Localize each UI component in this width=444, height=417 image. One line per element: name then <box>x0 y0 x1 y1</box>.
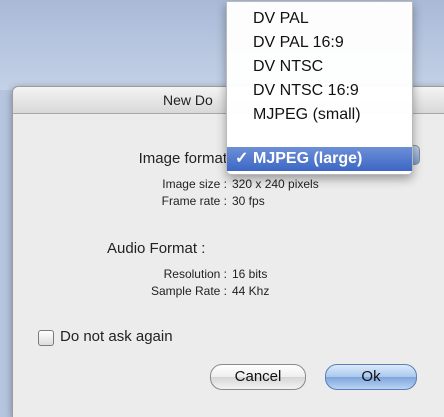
image-format-label: Image format <box>138 150 227 167</box>
menu-item-label: DV PAL 16:9 <box>253 34 344 51</box>
menu-item-dv-pal[interactable]: DV PAL <box>227 7 412 31</box>
menu-item-mjpeg-small[interactable]: MJPEG (small) <box>227 103 412 127</box>
cancel-button[interactable]: Cancel <box>210 364 306 390</box>
sample-rate-value: 44 Khz <box>232 284 270 298</box>
menu-item-dv-ntsc-16-9[interactable]: DV NTSC 16:9 <box>227 79 412 103</box>
menu-item-label: DV PAL <box>253 10 309 27</box>
image-size-label: Image size : <box>162 177 227 191</box>
menu-item-label: MJPEG (small) <box>253 106 361 123</box>
menu-item-label: DV NTSC <box>253 58 324 75</box>
menu-item-label: MJPEG (large) <box>253 150 363 167</box>
frame-rate-value: 30 fps <box>232 194 265 208</box>
dialog-title: New Do <box>163 92 213 108</box>
audio-format-heading: Audio Format : <box>107 240 206 257</box>
image-format-menu: DV PAL DV PAL 16:9 DV NTSC DV NTSC 16:9 … <box>226 1 413 175</box>
resolution-value: 16 bits <box>232 267 268 281</box>
menu-item-label: DV NTSC 16:9 <box>253 82 359 99</box>
menu-item-dv-pal-16-9[interactable]: DV PAL 16:9 <box>227 31 412 55</box>
menu-item-mjpeg-large[interactable]: ✓ MJPEG (large) <box>227 147 412 171</box>
image-size-value: 320 x 240 pixels <box>232 177 319 191</box>
resolution-label: Resolution : <box>163 267 227 281</box>
do-not-ask-checkbox[interactable] <box>38 330 54 346</box>
frame-rate-label: Frame rate : <box>161 194 227 208</box>
do-not-ask-label[interactable]: Do not ask again <box>60 328 173 345</box>
checkmark-icon: ✓ <box>235 150 249 167</box>
menu-item-dv-ntsc[interactable]: DV NTSC <box>227 55 412 79</box>
sample-rate-label: Sample Rate : <box>150 284 227 298</box>
ok-button[interactable]: Ok <box>325 364 417 390</box>
